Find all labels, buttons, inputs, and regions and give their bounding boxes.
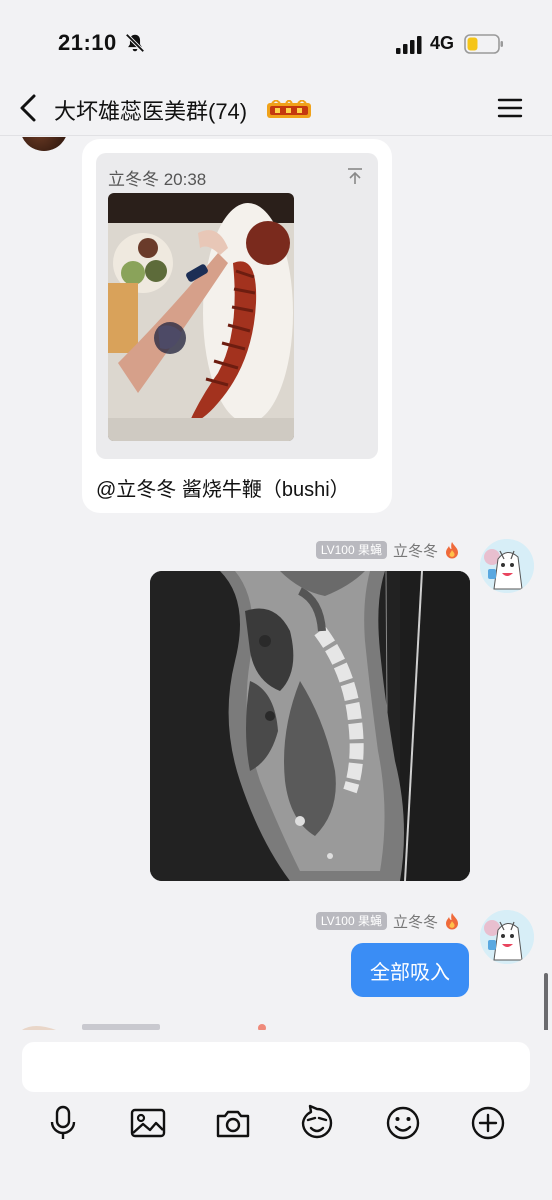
reply-text: @立冬冬 酱烧牛鞭（bushi） (96, 479, 350, 501)
message-input[interactable] (22, 1042, 530, 1092)
reply-message-card[interactable]: 立冬冬 20:38 @立冬冬 酱烧牛鞭（bushi） (82, 139, 392, 513)
ct-scan-image[interactable] (150, 571, 470, 881)
sender-meta-2: LV100 果蝇 立冬冬 (315, 910, 460, 932)
bell-muted-icon (125, 33, 145, 53)
input-toolbar (0, 1104, 552, 1146)
input-area (0, 1030, 552, 1200)
quoted-message[interactable]: 立冬冬 20:38 (96, 153, 378, 459)
sender-nickname: 立冬冬 (392, 913, 438, 931)
status-bar: 21:10 4G (0, 0, 552, 80)
plus-icon[interactable] (469, 1104, 507, 1142)
quoted-sender-time: 立冬冬 20:38 (108, 170, 207, 189)
emoji-icon[interactable] (384, 1104, 422, 1142)
jump-to-top-icon[interactable] (346, 167, 364, 185)
group-badge-icon (267, 100, 311, 118)
image-icon[interactable] (129, 1104, 167, 1142)
level-badge: LV100 果蝇 (315, 541, 387, 559)
sender-meta-1: LV100 果蝇 立冬冬 (315, 539, 460, 561)
sticker-icon[interactable] (298, 1104, 336, 1142)
network-type: 4G (430, 33, 455, 53)
menu-icon[interactable] (496, 94, 524, 122)
quoted-food-photo[interactable] (108, 193, 294, 441)
camera-icon[interactable] (214, 1104, 252, 1142)
status-time: 21:10 (58, 30, 117, 55)
chat-area[interactable]: 立冬冬 20:38 @立冬冬 酱烧牛鞭（bushi） LV100 果蝇 立冬冬 … (0, 137, 552, 1030)
group-title[interactable]: 大坏雄蕊医美群(74) (54, 94, 247, 126)
fire-icon (446, 542, 458, 559)
microphone-icon[interactable] (44, 1104, 82, 1142)
sender-nickname: 立冬冬 (392, 542, 438, 560)
chat-header: 大坏雄蕊医美群(74) (0, 80, 552, 136)
next-message-peek (22, 1024, 266, 1030)
back-arrow-icon[interactable] (14, 92, 42, 124)
my-avatar[interactable] (480, 910, 534, 964)
fire-icon (446, 913, 458, 930)
battery-icon (464, 34, 503, 54)
my-avatar[interactable] (480, 539, 534, 593)
text-message-bubble[interactable]: 全部吸入 (351, 943, 469, 997)
cellular-signal-icon (396, 36, 422, 54)
other-avatar[interactable] (20, 137, 68, 151)
scrollbar[interactable] (544, 973, 548, 1030)
level-badge: LV100 果蝇 (315, 912, 387, 930)
